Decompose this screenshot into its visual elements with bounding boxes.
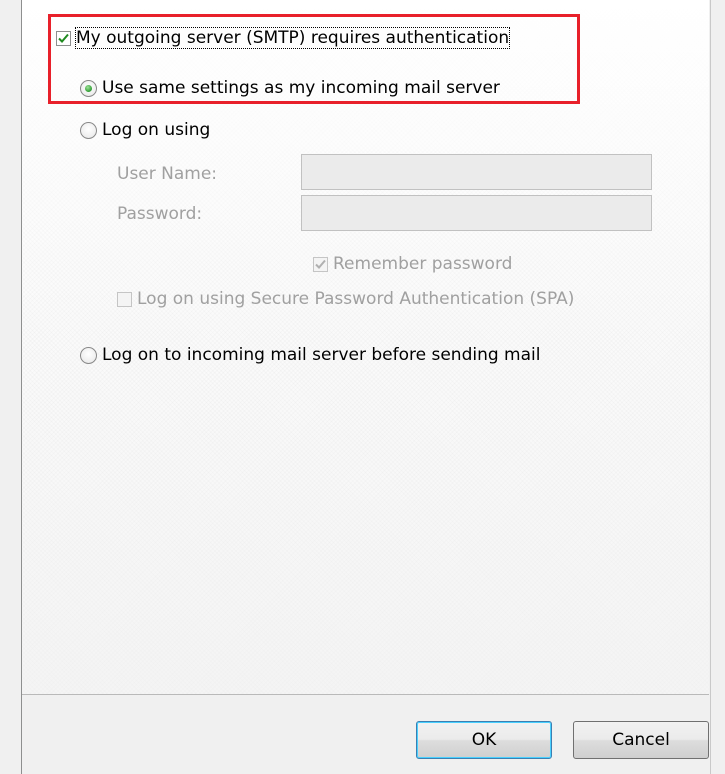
log-on-using-radio[interactable] [80, 121, 97, 139]
incoming-first-label: Log on to incoming mail server before se… [102, 345, 541, 365]
log-on-using-radio-row[interactable]: Log on using [80, 120, 210, 140]
password-label: Password: [117, 204, 203, 224]
spa-label: Log on using Secure Password Authenticat… [137, 289, 575, 309]
log-on-using-label: Log on using [102, 120, 211, 140]
remember-password-checkbox[interactable] [313, 256, 328, 272]
same-settings-label: Use same settings as my incoming mail se… [102, 78, 500, 98]
ok-button[interactable]: OK [416, 721, 552, 759]
spa-row[interactable]: Log on using Secure Password Authenticat… [117, 289, 574, 309]
ok-button-label: OK [471, 730, 497, 750]
smtp-auth-label: My outgoing server (SMTP) requires authe… [74, 27, 511, 49]
dialog-right-edge [710, 0, 711, 774]
same-settings-radio-row[interactable]: Use same settings as my incoming mail se… [80, 78, 500, 98]
password-input[interactable] [301, 195, 652, 231]
user-name-label: User Name: [117, 164, 218, 184]
remember-password-row[interactable]: Remember password [313, 254, 512, 274]
cancel-button-label: Cancel [612, 730, 670, 750]
radio-selected-dot [85, 84, 92, 92]
incoming-first-radio-row[interactable]: Log on to incoming mail server before se… [80, 345, 540, 365]
smtp-auth-checkbox[interactable] [56, 30, 71, 46]
remember-password-label: Remember password [333, 254, 513, 274]
incoming-first-radio[interactable] [80, 346, 97, 364]
spa-checkbox[interactable] [117, 291, 132, 307]
user-name-input[interactable] [301, 154, 652, 190]
check-mark-icon [315, 259, 326, 269]
check-mark-icon [58, 33, 69, 43]
cancel-button[interactable]: Cancel [573, 721, 709, 759]
outgoing-server-settings-dialog: My outgoing server (SMTP) requires authe… [0, 0, 725, 774]
same-settings-radio[interactable] [80, 79, 97, 97]
smtp-auth-checkbox-row[interactable]: My outgoing server (SMTP) requires authe… [56, 27, 511, 49]
